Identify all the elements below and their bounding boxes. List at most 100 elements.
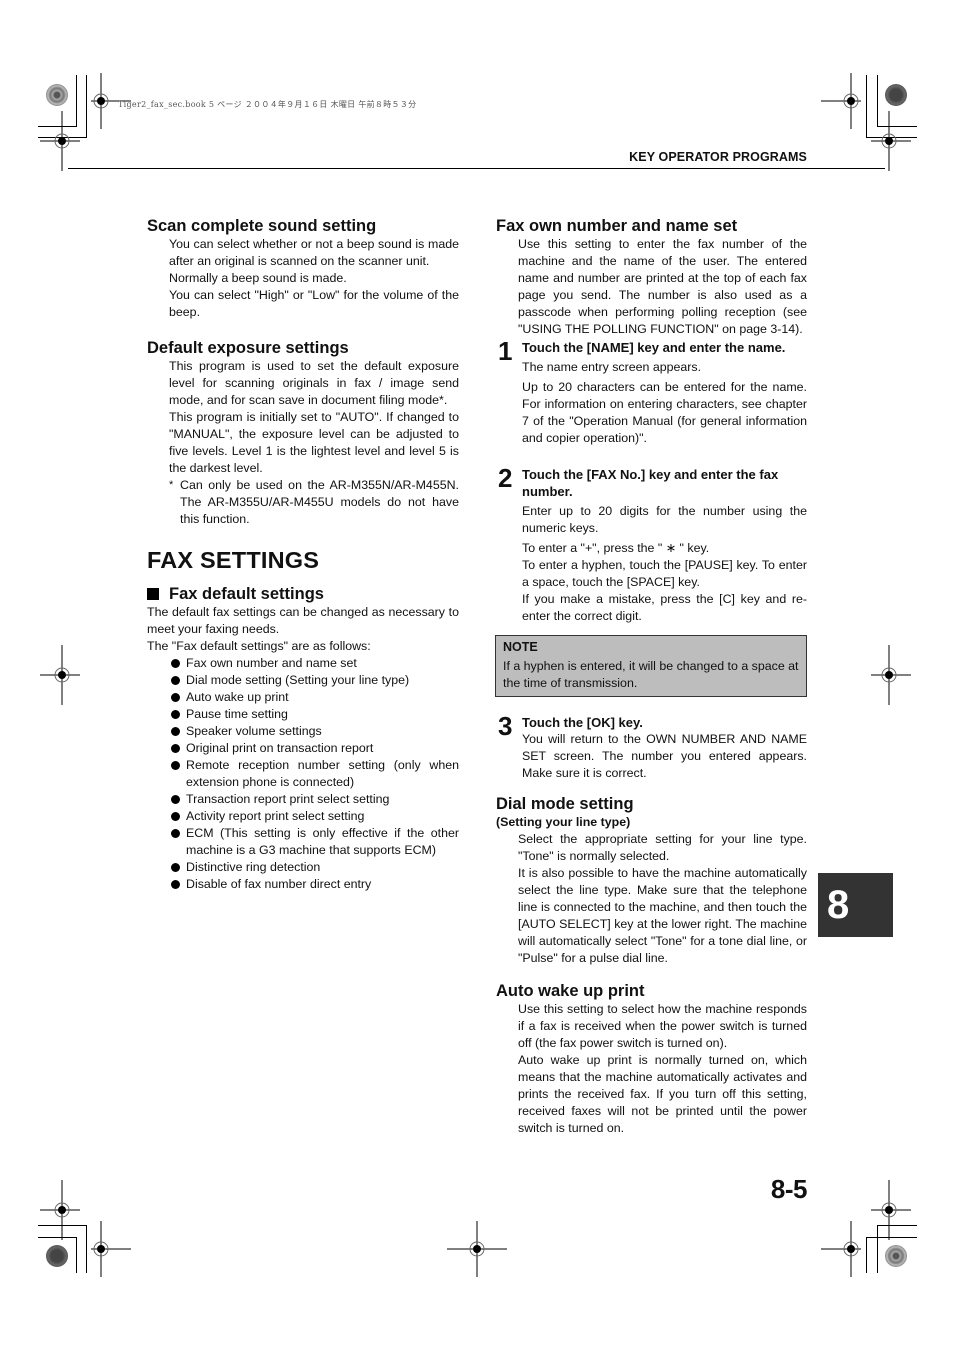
square-bullet-icon	[147, 588, 159, 600]
paragraph: If you make a mistake, press the [C] key…	[522, 592, 807, 623]
auto-wake-body: Use this setting to select how the machi…	[518, 1001, 807, 1137]
left-column: Scan complete sound setting You can sele…	[147, 216, 459, 893]
halftone-target-icon	[46, 84, 68, 106]
bullet-icon	[171, 795, 180, 804]
list-item-text: Activity report print select setting	[186, 809, 365, 823]
step-3: 3 Touch the [OK] key. You will return to…	[496, 711, 807, 782]
registration-mark-icon	[447, 1221, 507, 1277]
fax-default-title: Fax default settings	[169, 585, 324, 603]
list-item-text: Transaction report print select setting	[186, 792, 390, 806]
dial-mode-body: Select the appropriate setting for your …	[518, 831, 807, 967]
registration-mark-icon	[40, 111, 80, 171]
step-title: Touch the [NAME] key and enter the name.	[522, 340, 786, 355]
registration-mark-icon	[40, 645, 80, 705]
note-box: NOTE If a hyphen is entered, it will be …	[495, 635, 807, 697]
bullet-icon	[171, 812, 180, 821]
bullet-icon	[171, 727, 180, 736]
auto-wake-section: Auto wake up print Use this setting to s…	[496, 981, 807, 1137]
step-body: The name entry screen appears. Up to 20 …	[522, 359, 807, 447]
list-item-text: Disable of fax number direct entry	[186, 877, 372, 891]
halftone-target-icon	[46, 1245, 68, 1267]
list-item: Distinctive ring detection	[169, 859, 459, 876]
paragraph: The "Fax default settings" are as follow…	[147, 639, 371, 653]
list-item: Dial mode setting (Setting your line typ…	[169, 672, 459, 689]
list-item: Original print on transaction report	[169, 740, 459, 757]
list-item-text: Distinctive ring detection	[186, 860, 321, 874]
dial-mode-section: Dial mode setting (Setting your line typ…	[496, 794, 807, 967]
list-item-text: Remote reception number setting (only wh…	[186, 758, 459, 789]
footnote: * Can only be used on the AR-M355N/AR-M4…	[169, 477, 459, 528]
paragraph: Select the appropriate setting for your …	[518, 832, 807, 863]
default-exposure-heading: Default exposure settings	[147, 339, 349, 357]
paragraph: Enter up to 20 digits for the number usi…	[522, 504, 807, 535]
fax-default-list: Fax own number and name set Dial mode se…	[147, 655, 459, 893]
paragraph: You can select whether or not a beep sou…	[169, 237, 459, 268]
paragraph: This program is initially set to "AUTO".…	[169, 410, 459, 475]
bullet-icon	[171, 744, 180, 753]
step-number: 1	[498, 336, 513, 366]
chapter-tab: 8	[818, 873, 893, 937]
paragraph: You can select "High" or "Low" for the v…	[169, 288, 459, 319]
scan-complete-section: Scan complete sound setting You can sele…	[147, 216, 459, 321]
default-exposure-body: This program is used to set the default …	[169, 358, 459, 477]
paragraph: Up to 20 characters can be entered for t…	[522, 380, 807, 445]
bullet-icon	[171, 693, 180, 702]
list-item: Speaker volume settings	[169, 723, 459, 740]
footnote-mark: *	[169, 479, 174, 491]
running-head: KEY OPERATOR PROGRAMS	[629, 150, 807, 164]
halftone-target-icon	[885, 1245, 907, 1267]
list-item-text: Speaker volume settings	[186, 724, 322, 738]
step-number: 3	[498, 711, 513, 741]
page-number: 8-5	[770, 1174, 808, 1204]
paragraph: To enter a hyphen, touch the [PAUSE] key…	[522, 558, 807, 589]
paragraph: The name entry screen appears.	[522, 360, 702, 374]
note-text: If a hyphen is entered, it will be chang…	[503, 659, 799, 690]
list-item-text: ECM (This setting is only effective if t…	[186, 826, 459, 857]
default-exposure-section: Default exposure settings This program i…	[147, 338, 459, 528]
paragraph: This program is used to set the default …	[169, 359, 459, 407]
footnote-text: Can only be used on the AR-M355N/AR-M455…	[180, 478, 459, 526]
list-item: Activity report print select setting	[169, 808, 459, 825]
bullet-icon	[171, 829, 180, 838]
paragraph: You will return to the OWN NUMBER AND NA…	[522, 732, 807, 780]
list-item: Fax own number and name set	[169, 655, 459, 672]
fax-default-heading: Fax default settings	[147, 584, 459, 604]
registration-mark-icon	[91, 1221, 131, 1277]
list-item-text: Dial mode setting (Setting your line typ…	[186, 673, 410, 687]
step-title: Touch the [OK] key.	[522, 715, 643, 730]
header-rule	[68, 168, 885, 169]
paragraph: To enter a "+", press the " ∗ " key.	[522, 541, 710, 555]
fax-own-number-section: Fax own number and name set Use this set…	[495, 216, 807, 782]
list-item-text: Auto wake up print	[186, 690, 289, 704]
note-label: NOTE	[503, 640, 538, 654]
bullet-icon	[171, 761, 180, 770]
list-item: Pause time setting	[169, 706, 459, 723]
paragraph: Use this setting to enter the fax number…	[518, 237, 807, 336]
list-item: Transaction report print select setting	[169, 791, 459, 808]
fax-default-intro: The default fax settings can be changed …	[147, 604, 459, 655]
fax-own-number-heading: Fax own number and name set	[496, 217, 738, 235]
dial-mode-subtitle: (Setting your line type)	[496, 815, 631, 829]
fax-own-number-body: Use this setting to enter the fax number…	[518, 236, 807, 338]
bullet-icon	[171, 659, 180, 668]
paragraph: The default fax settings can be changed …	[147, 605, 459, 636]
registration-mark-icon	[871, 645, 911, 705]
section-title: FAX SETTINGS	[147, 547, 320, 573]
step-number: 2	[498, 463, 513, 493]
list-item-text: Fax own number and name set	[186, 656, 357, 670]
list-item-text: Original print on transaction report	[186, 741, 374, 755]
paragraph: Auto wake up print is normally turned on…	[518, 1053, 807, 1135]
step-body: You will return to the OWN NUMBER AND NA…	[522, 731, 807, 782]
file-stamp: Tiger2_fax_sec.book 5 ページ ２００４年９月１６日 木曜日…	[118, 100, 417, 109]
list-item-text: Pause time setting	[186, 707, 288, 721]
step-title: Touch the [FAX No.] key and enter the fa…	[522, 467, 779, 499]
dial-mode-heading: Dial mode setting	[496, 795, 634, 813]
bullet-icon	[171, 863, 180, 872]
bullet-icon	[171, 676, 180, 685]
step-body: Enter up to 20 digits for the number usi…	[522, 503, 807, 625]
step-2: 2 Touch the [FAX No.] key and enter the …	[496, 463, 807, 625]
auto-wake-heading: Auto wake up print	[496, 982, 645, 1000]
list-item: Auto wake up print	[169, 689, 459, 706]
scan-complete-body: You can select whether or not a beep sou…	[169, 236, 459, 321]
list-item: ECM (This setting is only effective if t…	[169, 825, 459, 859]
